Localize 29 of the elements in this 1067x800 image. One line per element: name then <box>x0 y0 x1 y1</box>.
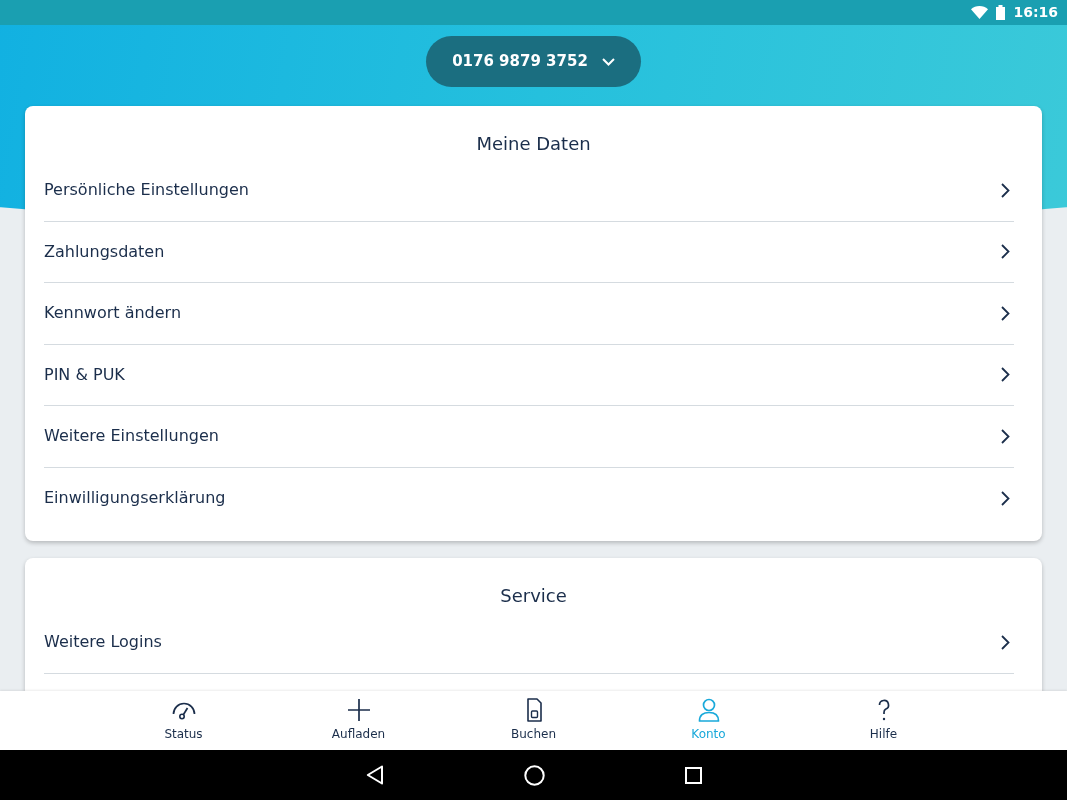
wifi-icon <box>971 6 989 19</box>
menu-item[interactable]: Zahlungsdaten <box>44 221 1014 283</box>
chevron-right-icon <box>1001 244 1010 260</box>
chevron-right-icon <box>1001 182 1010 198</box>
section-title: Meine Daten <box>475 132 592 156</box>
chevron-down-icon <box>601 57 615 66</box>
chevron-right-icon <box>1001 305 1010 321</box>
nav-tab[interactable]: Hilfe <box>823 691 944 750</box>
menu-item[interactable]: Weitere Einstellungen <box>44 406 1014 468</box>
back-icon[interactable] <box>365 765 384 785</box>
menu-item[interactable]: PIN & PUK <box>44 344 1014 406</box>
chevron-right-icon <box>1001 490 1010 506</box>
number-selector[interactable]: 0176 9879 3752 <box>426 36 641 87</box>
menu-item[interactable]: Weitere Logins <box>44 612 1014 674</box>
battery-icon <box>996 5 1006 20</box>
chevron-right-icon <box>1001 634 1010 650</box>
menu-item[interactable]: Persönliche Einstellungen <box>44 160 1014 222</box>
menu-item[interactable]: Kennwort ändern <box>44 283 1014 345</box>
menu-item[interactable]: Einwilligungserklärung <box>44 467 1014 529</box>
chevron-right-icon <box>1001 428 1010 444</box>
nav-tab[interactable]: Buchen <box>473 691 594 750</box>
chevron-right-icon <box>1001 367 1010 383</box>
clock-time: 16:16 <box>1013 3 1058 22</box>
nav-tab[interactable]: Aufladen <box>298 691 419 750</box>
section-title: Service <box>499 584 568 608</box>
home-icon[interactable] <box>523 764 545 786</box>
plus-icon <box>345 698 372 722</box>
recents-icon[interactable] <box>684 766 702 784</box>
nav-tab[interactable]: Status <box>123 691 244 750</box>
